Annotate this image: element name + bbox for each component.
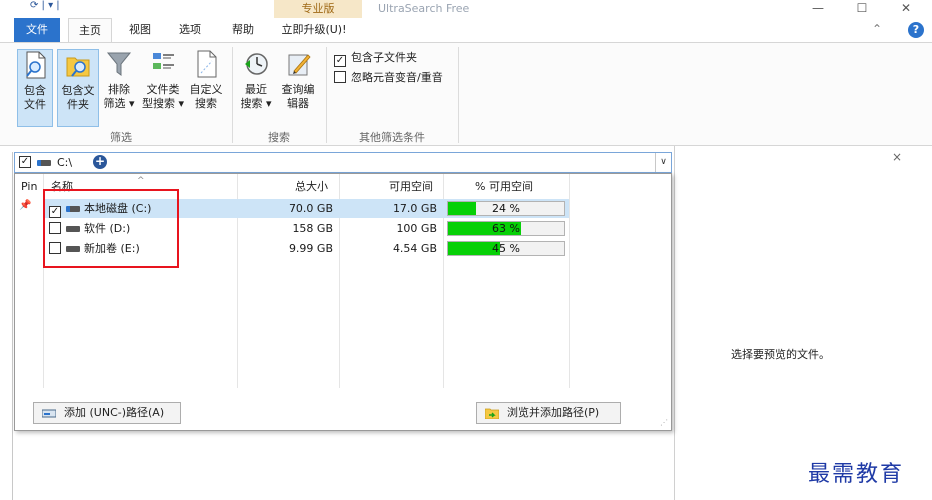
include-folders-label-1: 包含文 — [61, 84, 95, 97]
maximize-button[interactable]: ☐ — [842, 0, 882, 18]
minimize-button[interactable]: — — [798, 0, 838, 18]
column-header-free-percent[interactable]: % 可用空间 — [475, 178, 533, 196]
path-text: C:\ — [57, 156, 73, 169]
total-size-cell: 158 GB — [292, 222, 333, 235]
include-folders-label-2: 件夹 — [67, 98, 89, 111]
column-header-free-space[interactable]: 可用空间 — [389, 178, 433, 196]
column-divider — [569, 174, 570, 388]
free-space-cell: 100 GB — [396, 222, 437, 235]
preview-splitter[interactable] — [674, 146, 675, 500]
edit-document-icon — [284, 49, 312, 79]
clock-back-icon — [242, 49, 270, 79]
free-percent-bar: 45 % — [447, 241, 565, 256]
search-path-combobox[interactable]: ✓ C:\ + ∨ — [14, 152, 672, 173]
help-icon[interactable]: ? — [908, 22, 924, 38]
ribbon-separator — [326, 47, 327, 143]
sort-indicator-icon: ^ — [137, 176, 145, 186]
free-percent-bar: 63 % — [447, 221, 565, 236]
title-bar: ⟳ | ▾ | 专业版 UltraSearch Free — ☐ ✕ — [0, 0, 932, 18]
path-checkbox[interactable]: ✓ — [19, 156, 31, 168]
collapse-ribbon-icon[interactable]: ⌃ — [872, 22, 882, 36]
include-files-button[interactable]: 包含 文件 — [17, 49, 53, 127]
funnel-icon — [105, 49, 133, 79]
file-type-label-2: 型搜索 ▾ — [141, 97, 185, 110]
ignore-diacritics-checkbox[interactable] — [334, 71, 346, 83]
column-header-pin[interactable]: Pin — [21, 178, 37, 196]
browse-add-path-label: 浏览并添加路径(P) — [507, 406, 600, 419]
file-type-search-button[interactable]: 文件类 型搜索 ▾ — [140, 49, 186, 111]
include-subfolders-label: 包含子文件夹 — [351, 51, 417, 64]
total-size-cell: 9.99 GB — [288, 242, 333, 255]
recent-label-1: 最近 — [245, 83, 267, 96]
exclude-label-1: 排除 — [108, 83, 130, 96]
document-search-icon — [21, 50, 49, 80]
add-unc-path-button[interactable]: 添加 (UNC-)路径(A) — [33, 402, 181, 424]
query-editor-button[interactable]: 查询编 辑器 — [278, 49, 318, 111]
add-unc-path-label: 添加 (UNC-)路径(A) — [64, 406, 165, 419]
free-percent-label: 24 % — [492, 202, 520, 215]
include-subfolders-option[interactable]: ✓ 包含子文件夹 — [334, 51, 417, 67]
exclude-label-2: 筛选 ▾ — [103, 97, 135, 110]
left-pane-border — [12, 152, 13, 500]
tab-home[interactable]: 主页 — [68, 18, 112, 43]
folder-search-icon — [64, 50, 92, 80]
recent-label-2: 搜索 ▾ — [240, 97, 272, 110]
browse-add-path-button[interactable]: 浏览并添加路径(P) — [476, 402, 621, 424]
query-editor-label-2: 辑器 — [287, 97, 309, 110]
drive-icon — [37, 160, 51, 166]
exclude-filter-button[interactable]: 排除 筛选 ▾ — [101, 49, 137, 111]
custom-search-label-1: 自定义 — [189, 83, 223, 96]
total-size-cell: 70.0 GB — [288, 202, 333, 215]
tab-view[interactable]: 视图 — [120, 18, 160, 42]
add-path-icon[interactable]: + — [93, 155, 107, 169]
free-space-cell: 17.0 GB — [392, 202, 437, 215]
ribbon-separator — [232, 47, 233, 143]
pro-edition-tab[interactable]: 专业版 — [274, 0, 362, 18]
file-type-list-icon — [149, 49, 177, 79]
close-preview-icon[interactable]: × — [892, 150, 902, 164]
other-filters-group-label: 其他筛选条件 — [359, 131, 425, 144]
watermark-logo: 最需教育 — [808, 462, 905, 487]
free-percent-bar: 24 % — [447, 201, 565, 216]
tab-upgrade[interactable]: 立即升级(U)! — [276, 18, 352, 42]
free-percent-label: 45 % — [492, 242, 520, 255]
pin-icon[interactable]: 📌 — [19, 200, 31, 211]
query-editor-label-1: 查询编 — [281, 83, 315, 96]
recent-searches-button[interactable]: 最近 搜索 ▾ — [238, 49, 274, 111]
search-group-label: 搜索 — [268, 131, 290, 144]
tab-help[interactable]: 帮助 — [226, 18, 260, 42]
window-title: UltraSearch Free — [378, 2, 470, 15]
network-drive-icon — [41, 406, 57, 426]
close-button[interactable]: ✕ — [886, 0, 926, 18]
chevron-down-icon[interactable]: ∨ — [655, 153, 671, 172]
ignore-diacritics-option[interactable]: 忽略元音变音/重音 — [334, 71, 443, 85]
annotation-highlight-box — [43, 189, 179, 268]
free-percent-label: 63 % — [492, 222, 520, 235]
custom-search-label-2: 搜索 — [195, 97, 217, 110]
include-folders-button[interactable]: 包含文 件夹 — [57, 49, 99, 127]
resize-grip[interactable]: ⋰ — [660, 418, 668, 427]
ribbon-separator — [458, 47, 459, 143]
filter-group-label: 筛选 — [110, 131, 132, 144]
ribbon-home: 包含 文件 包含文 件夹 排除 筛选 ▾ 文件类 型搜索 ▾ 自定义 搜索 筛选… — [0, 42, 932, 146]
custom-search-button[interactable]: 自定义 搜索 — [188, 49, 224, 111]
tab-file[interactable]: 文件 — [14, 18, 60, 42]
ignore-diacritics-label: 忽略元音变音/重音 — [351, 71, 443, 84]
tab-options[interactable]: 选项 — [170, 18, 210, 42]
blank-document-icon — [192, 49, 220, 79]
ribbon-tabs: 文件 主页 视图 选项 帮助 立即升级(U)! ⌃ ? — [0, 18, 932, 43]
include-subfolders-checkbox[interactable]: ✓ — [334, 55, 346, 67]
file-type-label-1: 文件类 — [146, 83, 180, 96]
include-files-label-2: 文件 — [24, 98, 46, 111]
preview-message: 选择要预览的文件。 — [731, 348, 830, 361]
free-space-cell: 4.54 GB — [392, 242, 437, 255]
column-header-total-size[interactable]: 总大小 — [295, 178, 328, 196]
quick-access-toolbar[interactable]: ⟳ | ▾ | — [30, 0, 60, 11]
include-files-label-1: 包含 — [24, 84, 46, 97]
folder-add-icon — [484, 406, 500, 426]
